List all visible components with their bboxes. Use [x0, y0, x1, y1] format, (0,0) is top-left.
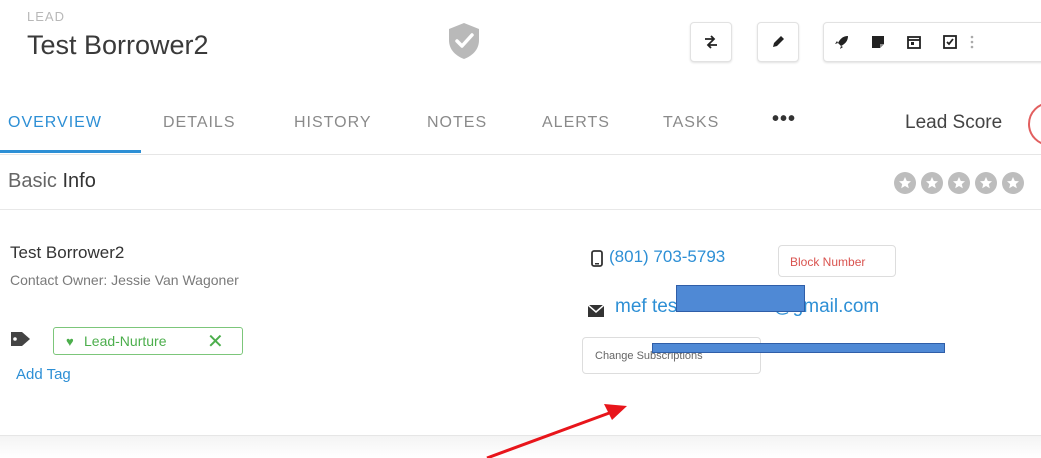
record-title: Test Borrower2 — [27, 30, 209, 60]
block-number-button[interactable]: Block Number — [778, 245, 896, 277]
tabs-more-button[interactable]: ••• — [772, 108, 796, 131]
section-footer-shade — [0, 436, 1041, 458]
star-icon[interactable] — [921, 172, 943, 194]
phone-icon — [591, 250, 603, 267]
tab-history[interactable]: HISTORY — [294, 114, 372, 132]
annotation-arrow-icon — [486, 404, 627, 458]
redaction-box — [676, 285, 805, 312]
swap-icon — [705, 35, 717, 49]
note-icon — [871, 36, 884, 48]
edit-button[interactable] — [757, 22, 799, 62]
lead-record-page: LEAD Test Borrower2 OVERVIEW DETAILS HIS… — [0, 0, 1041, 458]
basic-info-header: Basic Info — [0, 155, 1041, 210]
checkbox-icon — [942, 35, 957, 49]
section-title-suffix: Info — [56, 170, 96, 192]
record-type-label: LEAD — [27, 9, 65, 24]
tab-notes[interactable]: NOTES — [427, 114, 487, 132]
lead-score-label: Lead Score — [905, 112, 1003, 133]
tag-pill[interactable]: ♥ Lead-Nurture ✕ — [53, 327, 243, 355]
star-icon[interactable] — [894, 172, 916, 194]
record-tabs: OVERVIEW DETAILS HISTORY NOTES ALERTS TA… — [0, 98, 1041, 155]
shield-check-icon — [449, 23, 479, 59]
add-tag-link[interactable]: Add Tag — [16, 366, 71, 383]
rocket-icon — [834, 36, 848, 49]
star-icon[interactable] — [948, 172, 970, 194]
contact-owner: Contact Owner: Jessie Van Wagoner — [10, 272, 239, 288]
lead-score-gauge — [1028, 102, 1041, 146]
star-icon[interactable] — [975, 172, 997, 194]
heart-icon: ♥ — [66, 334, 74, 349]
schedule-button[interactable] — [896, 23, 931, 61]
add-note-button[interactable] — [860, 23, 895, 61]
tab-tasks[interactable]: TASKS — [663, 114, 719, 132]
tag-icon — [11, 332, 30, 346]
active-tab-indicator — [0, 150, 141, 153]
section-title: Basic Info — [8, 170, 96, 193]
more-vertical-icon — [970, 35, 974, 49]
mail-icon — [588, 305, 604, 317]
block-number-label: Block Number — [790, 255, 866, 269]
tab-overview[interactable]: OVERVIEW — [8, 114, 102, 132]
tab-details[interactable]: DETAILS — [163, 114, 236, 132]
action-button-group — [823, 22, 1041, 62]
tab-alerts[interactable]: ALERTS — [542, 114, 610, 132]
contact-name: Test Borrower2 — [10, 243, 125, 262]
section-title-prefix: Basic — [8, 170, 57, 192]
convert-button[interactable] — [690, 22, 732, 62]
tag-label: Lead-Nurture — [84, 333, 167, 349]
launch-button[interactable] — [824, 23, 859, 61]
pencil-icon — [773, 36, 784, 47]
calendar-icon — [906, 36, 921, 49]
more-actions-button[interactable] — [962, 23, 982, 61]
redaction-bar — [652, 343, 945, 353]
phone-link[interactable]: (801) 703-5793 — [609, 247, 725, 267]
star-icon[interactable] — [1002, 172, 1024, 194]
close-icon[interactable]: ✕ — [207, 329, 224, 354]
